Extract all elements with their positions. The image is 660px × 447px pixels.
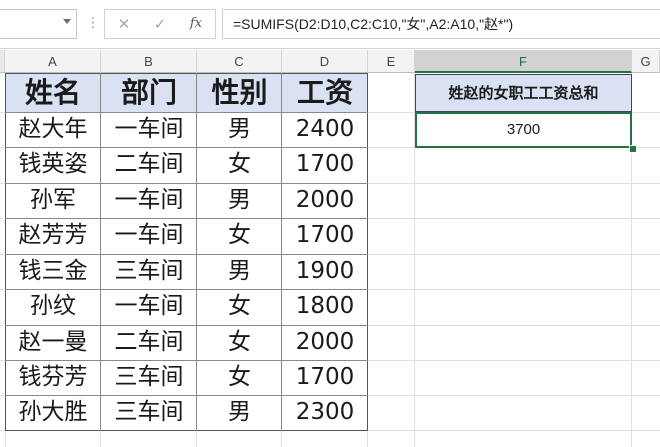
table-border	[196, 73, 197, 431]
table-cell[interactable]: 女	[197, 219, 282, 254]
result-title-cell[interactable]: 姓赵的女职工工资总和	[415, 74, 632, 112]
table-cell[interactable]: 2000	[282, 184, 368, 218]
table-border	[5, 73, 6, 431]
table-cell[interactable]: 赵一曼	[5, 326, 101, 360]
table-cell[interactable]: 一车间	[101, 184, 197, 218]
table-cell[interactable]: 1800	[282, 290, 368, 325]
table-cell[interactable]: 二车间	[101, 148, 197, 183]
table-cell[interactable]: 男	[197, 396, 282, 430]
insert-function-icon[interactable]: fx	[185, 14, 207, 34]
table-cell[interactable]: 钱芬芳	[5, 361, 101, 395]
table-cell[interactable]: 女	[197, 326, 282, 360]
more-vertical-icon: ⋮	[86, 15, 100, 31]
table-cell[interactable]: 2400	[282, 113, 368, 147]
table-cell[interactable]: 1900	[282, 255, 368, 289]
table-cell[interactable]: 男	[197, 255, 282, 289]
table-cell[interactable]: 2000	[282, 326, 368, 360]
table-border	[281, 73, 282, 431]
table-border	[5, 360, 368, 361]
table-cell[interactable]: 孙军	[5, 184, 101, 218]
table-border	[5, 112, 368, 113]
column-header-a[interactable]: A	[5, 50, 101, 73]
table-border	[100, 73, 101, 431]
result-value-cell[interactable]: 3700	[415, 112, 632, 148]
table-border	[5, 73, 368, 74]
table-cell[interactable]: 赵芳芳	[5, 219, 101, 254]
table-cell[interactable]: 钱英姿	[5, 148, 101, 183]
table-cell[interactable]: 赵大年	[5, 113, 101, 147]
column-header-d[interactable]: D	[282, 50, 368, 73]
table-cell[interactable]: 三车间	[101, 255, 197, 289]
table-border	[5, 395, 368, 396]
table-border	[5, 289, 368, 290]
confirm-icon[interactable]: ✓	[149, 14, 171, 34]
table-border	[5, 147, 368, 148]
table-cell[interactable]: 1700	[282, 361, 368, 395]
table-header-gender[interactable]: 性别	[197, 74, 282, 112]
table-border	[5, 254, 368, 255]
table-border	[5, 183, 368, 184]
table-header-salary[interactable]: 工资	[282, 74, 368, 112]
table-header-name[interactable]: 姓名	[5, 74, 101, 112]
formula-buttons: ✕ ✓ fx	[104, 9, 216, 39]
table-cell[interactable]: 1700	[282, 148, 368, 183]
formula-bar: ⋮ ✕ ✓ fx =SUMIFS(D2:D10,C2:C10,"女",A2:A1…	[0, 0, 660, 49]
table-cell[interactable]: 一车间	[101, 290, 197, 325]
table-cell[interactable]: 一车间	[101, 219, 197, 254]
table-border	[5, 218, 368, 219]
column-header-e[interactable]: E	[368, 50, 415, 73]
table-cell[interactable]: 1700	[282, 219, 368, 254]
column-header-f[interactable]: F	[415, 50, 632, 73]
formula-input[interactable]: =SUMIFS(D2:D10,C2:C10,"女",A2:A10,"赵*")	[222, 9, 660, 39]
table-border	[5, 325, 368, 326]
chevron-down-icon[interactable]	[63, 19, 71, 24]
table-cell[interactable]: 男	[197, 184, 282, 218]
table-cell[interactable]: 三车间	[101, 396, 197, 430]
table-cell[interactable]: 一车间	[101, 113, 197, 147]
table-cell[interactable]: 2300	[282, 396, 368, 430]
column-header-c[interactable]: C	[197, 50, 282, 73]
table-border	[367, 73, 368, 431]
formula-text: =SUMIFS(D2:D10,C2:C10,"女",A2:A10,"赵*")	[233, 16, 514, 32]
table-header-department[interactable]: 部门	[101, 74, 197, 112]
table-cell[interactable]: 女	[197, 148, 282, 183]
cancel-icon[interactable]: ✕	[113, 14, 135, 34]
table-cell[interactable]: 孙大胜	[5, 396, 101, 430]
table-cell[interactable]: 钱三金	[5, 255, 101, 289]
name-box[interactable]	[0, 9, 77, 39]
table-cell[interactable]: 男	[197, 113, 282, 147]
table-cell[interactable]: 孙纹	[5, 290, 101, 325]
fill-handle[interactable]	[629, 145, 637, 153]
table-cell[interactable]: 二车间	[101, 326, 197, 360]
table-cell[interactable]: 女	[197, 290, 282, 325]
column-header-b[interactable]: B	[101, 50, 197, 73]
table-cell[interactable]: 女	[197, 361, 282, 395]
column-header-g[interactable]: G	[632, 50, 660, 73]
table-cell[interactable]: 三车间	[101, 361, 197, 395]
table-border	[5, 430, 368, 431]
